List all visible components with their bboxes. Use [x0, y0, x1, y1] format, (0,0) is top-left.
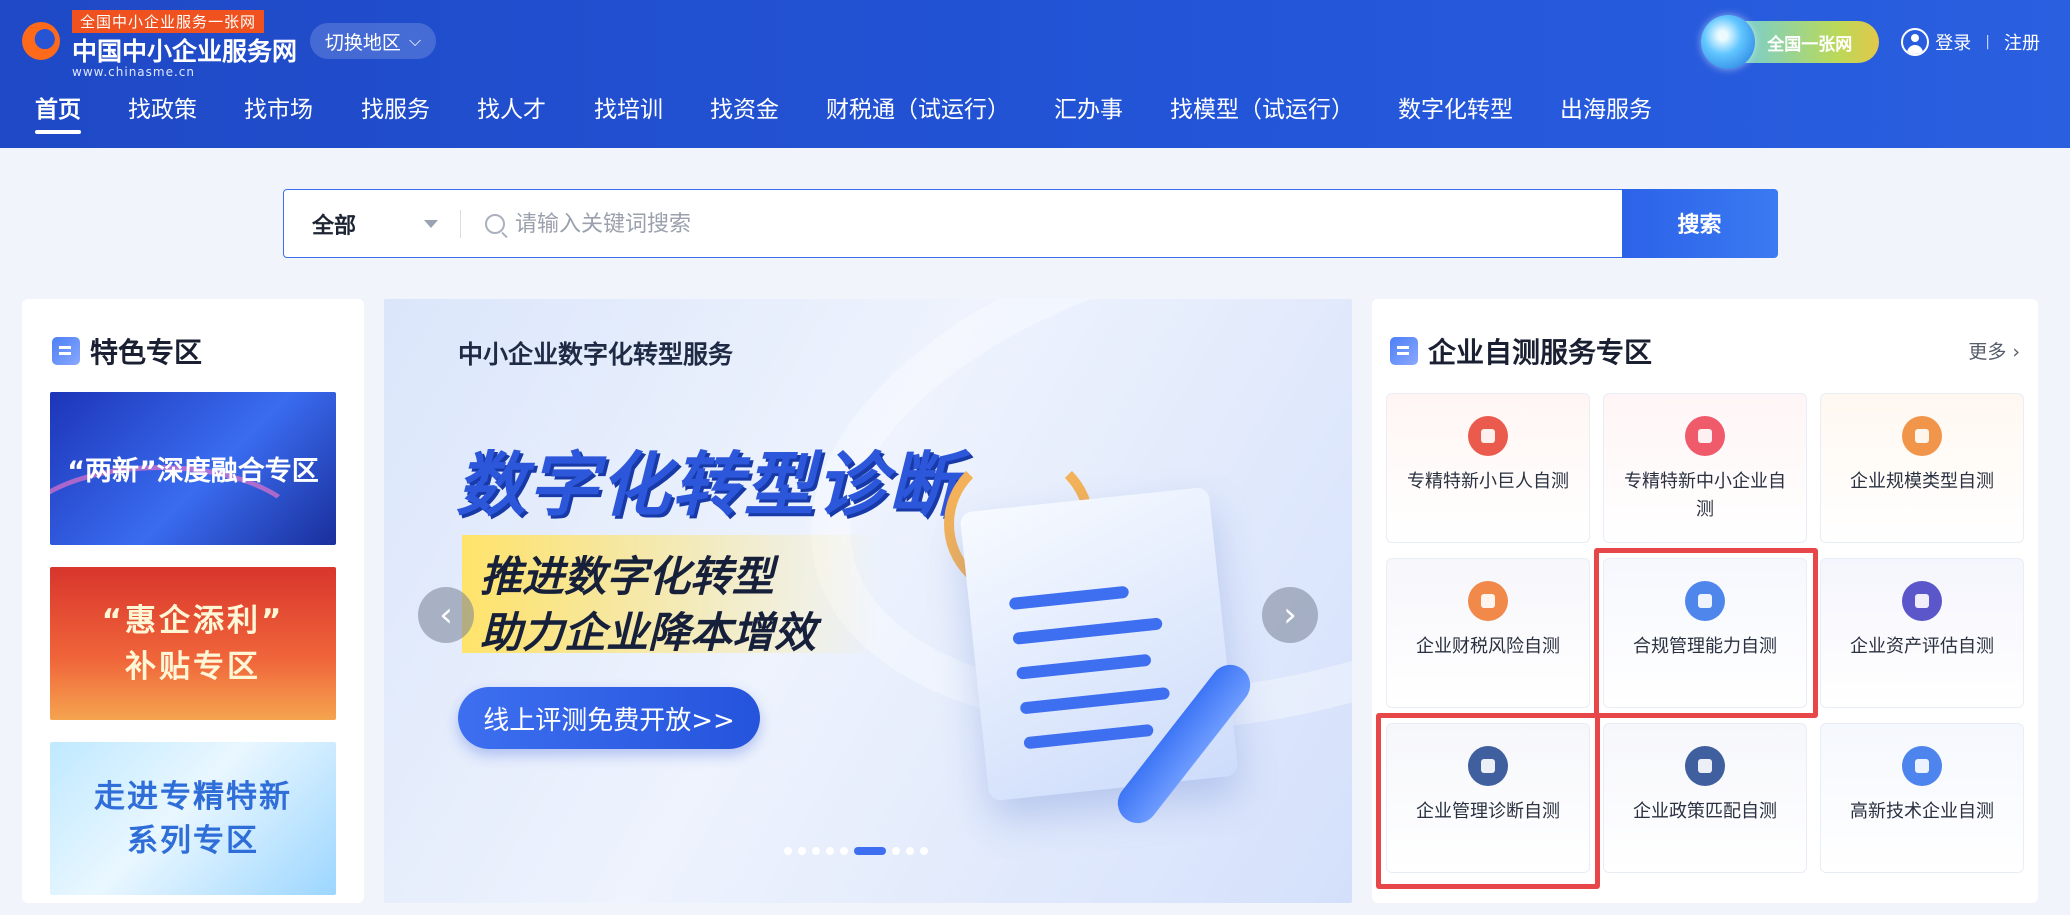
logo-url: www.chinasme.cn — [72, 65, 195, 79]
login-register-separator: | — [1985, 34, 1990, 50]
edit-note-icon — [1390, 337, 1418, 365]
tax-icon — [1468, 581, 1508, 621]
search-bar: 全部 搜索 — [283, 188, 1778, 258]
self-test-title-text: 企业自测服务专区 — [1428, 336, 1653, 369]
featured-banner-text: “两新”深度融合专区 — [67, 456, 319, 487]
banner-slogan-1: 推进数字化转型 — [480, 552, 775, 601]
hero-carousel[interactable]: 中小企业数字化转型服务 数字化转型诊断 推进数字化转型 助力企业降本增效 线上评… — [384, 299, 1352, 903]
carousel-next-arrow[interactable]: › — [1262, 587, 1318, 643]
self-test-card-label: 高新技术企业自测 — [1850, 801, 1994, 822]
top-header: 全国中小企业服务一张网 中国中小企业服务网 www.chinasme.cn 切换… — [0, 0, 2070, 148]
featured-banner-text: 走进专精特新 系列专区 — [94, 778, 292, 859]
self-test-card-scale[interactable]: 企业规模类型自测 — [1820, 393, 2024, 543]
policy-icon — [1685, 746, 1725, 786]
logo-site-name: 中国中小企业服务网 — [72, 37, 298, 66]
featured-banner-two-new[interactable]: “两新”深度融合专区 — [50, 392, 336, 545]
highlight-box-compliance — [1594, 548, 1818, 718]
nav-item-funding[interactable]: 找资金 — [710, 90, 779, 134]
nav-item-model[interactable]: 找模型（试运行） — [1170, 90, 1354, 134]
featured-banner-specialized[interactable]: 走进专精特新 系列专区 — [50, 742, 336, 895]
self-test-card-sme[interactable]: 专精特新中小企业自测 — [1603, 393, 1807, 543]
search-input[interactable] — [515, 190, 1622, 257]
self-test-card-label: 专精特新小巨人自测 — [1407, 471, 1569, 492]
chevron-down-icon: ⌵ — [408, 31, 422, 50]
carousel-dot[interactable] — [784, 847, 792, 855]
switch-region-label: 切换地区 — [324, 31, 401, 54]
more-label: 更多 — [1968, 341, 2007, 363]
edit-note-icon — [52, 337, 80, 365]
self-test-card-asset[interactable]: 企业资产评估自测 — [1820, 558, 2024, 708]
carousel-dot[interactable] — [798, 847, 806, 855]
top-right-actions: 全国一张网 登录 | 注册 — [1701, 15, 2040, 69]
register-link[interactable]: 注册 — [2004, 29, 2040, 55]
national-network-badge[interactable]: 全国一张网 — [1701, 15, 1880, 69]
nav-item-affairs[interactable]: 汇办事 — [1054, 90, 1123, 134]
self-test-card-policy[interactable]: 企业政策匹配自测 — [1603, 723, 1807, 873]
login-link[interactable]: 登录 — [1901, 28, 1971, 56]
search-icon — [485, 214, 505, 234]
nav-item-talent[interactable]: 找人才 — [477, 90, 546, 134]
carousel-dot[interactable] — [812, 847, 820, 855]
carousel-dot[interactable] — [892, 847, 900, 855]
self-test-card-giant[interactable]: 专精特新小巨人自测 — [1386, 393, 1590, 543]
carousel-dot-active[interactable] — [854, 847, 886, 855]
carousel-dot[interactable] — [826, 847, 834, 855]
search-scope-value: 全部 — [312, 213, 357, 239]
featured-banner-subsidy[interactable]: “惠企添利” 补贴专区 — [50, 567, 336, 720]
banner-slogan-2: 助力企业降本增效 — [480, 608, 817, 657]
highlight-box-management — [1376, 713, 1600, 889]
self-test-card-hightech[interactable]: 高新技术企业自测 — [1820, 723, 2024, 873]
self-test-card-label: 企业资产评估自测 — [1850, 636, 1994, 657]
chevron-right-icon: › — [2012, 341, 2020, 363]
carousel-dot[interactable] — [920, 847, 928, 855]
logo-mark-icon — [22, 22, 60, 60]
carousel-prev-arrow[interactable]: ‹ — [418, 587, 474, 643]
sme-icon — [1685, 416, 1725, 456]
national-network-label: 全国一张网 — [1767, 34, 1853, 55]
featured-panel: 特色专区 “两新”深度融合专区 “惠企添利” 补贴专区 走进专精特新 系列专区 — [22, 299, 364, 903]
switch-region-button[interactable]: 切换地区 ⌵ — [310, 23, 436, 59]
login-label: 登录 — [1935, 33, 1972, 54]
nav-item-market[interactable]: 找市场 — [244, 90, 313, 134]
self-test-card-label: 企业财税风险自测 — [1416, 636, 1560, 657]
nav-item-home[interactable]: 首页 — [35, 90, 81, 134]
globe-icon — [1701, 15, 1756, 69]
featured-title: 特色专区 — [52, 331, 202, 371]
featured-banner-text: “惠企添利” 补贴专区 — [101, 602, 285, 685]
search-scope-select[interactable]: 全部 — [284, 190, 460, 257]
site-logo[interactable]: 全国中小企业服务一张网 中国中小企业服务网 www.chinasme.cn — [20, 10, 297, 79]
scale-icon — [1902, 416, 1942, 456]
carousel-indicators — [784, 847, 928, 855]
nav-item-training[interactable]: 找培训 — [594, 90, 663, 134]
self-test-card-label: 专精特新中小企业自测 — [1624, 471, 1786, 520]
search-divider — [460, 210, 461, 238]
self-test-card-label: 企业政策匹配自测 — [1633, 801, 1777, 822]
banner-title: 数字化转型诊断 — [456, 444, 960, 526]
nav-item-policy[interactable]: 找政策 — [128, 90, 197, 134]
logo-tagline: 全国中小企业服务一张网 — [72, 10, 265, 33]
asset-icon — [1902, 581, 1942, 621]
carousel-dot[interactable] — [840, 847, 848, 855]
hightech-icon — [1902, 746, 1942, 786]
more-link[interactable]: 更多 › — [1968, 337, 2020, 364]
nav-item-overseas[interactable]: 出海服务 — [1560, 90, 1652, 134]
banner-subtitle: 中小企业数字化转型服务 — [458, 340, 734, 369]
carousel-dot[interactable] — [906, 847, 914, 855]
caret-down-icon — [424, 220, 438, 228]
main-nav: 首页 找政策 找市场 找服务 找人才 找培训 找资金 财税通（试运行） 汇办事 … — [0, 90, 2070, 148]
featured-title-text: 特色专区 — [90, 336, 203, 369]
user-icon — [1901, 28, 1930, 56]
self-test-card-label: 企业规模类型自测 — [1850, 471, 1994, 492]
self-test-title: 企业自测服务专区 — [1390, 331, 1652, 371]
banner-cta-button[interactable]: 线上评测免费开放>> — [458, 687, 760, 749]
self-test-card-tax-risk[interactable]: 企业财税风险自测 — [1386, 558, 1590, 708]
giant-icon — [1468, 416, 1508, 456]
search-button[interactable]: 搜索 — [1621, 188, 1778, 258]
nav-item-service[interactable]: 找服务 — [361, 90, 430, 134]
nav-item-digital[interactable]: 数字化转型 — [1398, 90, 1513, 134]
nav-item-tax[interactable]: 财税通（试运行） — [826, 90, 1010, 134]
